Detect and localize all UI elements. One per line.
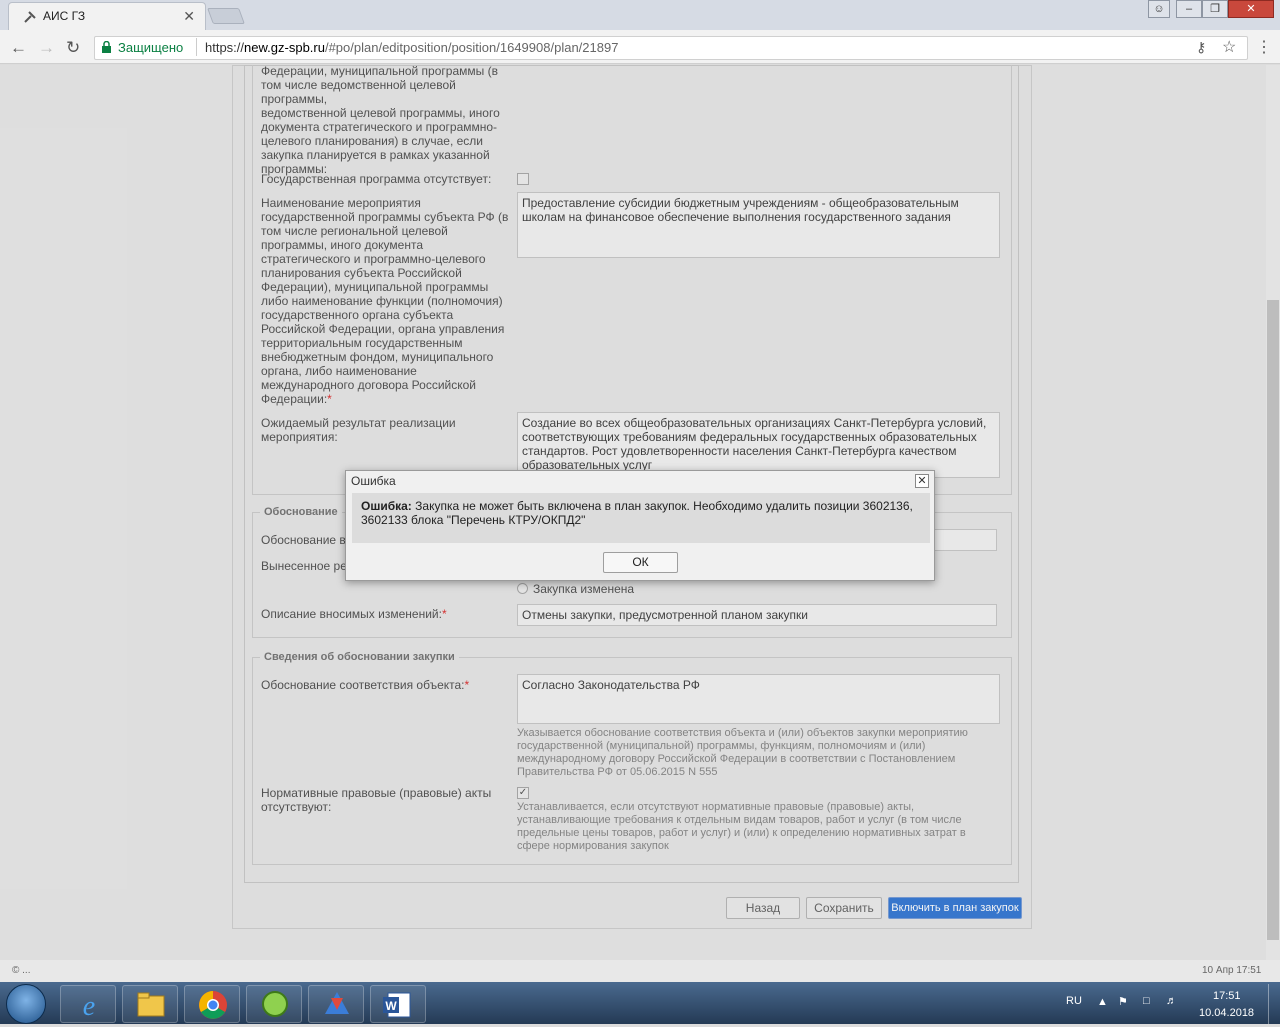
network-icon[interactable]: □ (1143, 995, 1150, 1007)
window-close-button[interactable]: ✕ (1228, 0, 1274, 18)
browser-tab[interactable]: АИС ГЗ ✕ (8, 2, 206, 30)
tray-expand-icon[interactable]: ▲ (1097, 996, 1108, 1008)
footer-datetime: 10 Апр 17:51 (1202, 965, 1262, 976)
clock-date[interactable]: 10.04.2018 (1199, 1007, 1254, 1019)
dialog-message-text: Закупка не может быть включена в план за… (361, 499, 913, 527)
url-path: /#po/plan/editposition/position/1649908/… (324, 40, 619, 55)
explorer-icon[interactable] (122, 985, 178, 1023)
page-footer: © ... 10 Апр 17:51 (0, 960, 1280, 982)
new-tab-button[interactable] (207, 8, 245, 24)
url-host: new.gz-spb.ru (244, 40, 325, 55)
error-dialog: Ошибка ✕ Ошибка: Закупка не может быть в… (345, 470, 935, 581)
security-label: Защищено (118, 40, 184, 55)
forward-arrow-icon[interactable]: → (38, 38, 55, 58)
clock-time[interactable]: 17:51 (1213, 990, 1241, 1002)
chrome-icon[interactable] (184, 985, 240, 1023)
flag-icon[interactable]: ⚑ (1118, 995, 1128, 1008)
back-arrow-icon[interactable]: ← (10, 38, 27, 58)
start-button[interactable] (6, 984, 46, 1024)
language-indicator[interactable]: RU (1066, 995, 1082, 1007)
svg-text:W: W (385, 999, 397, 1013)
minimize-button[interactable]: – (1176, 0, 1202, 18)
ie-icon[interactable]: e (60, 985, 116, 1023)
messenger-icon[interactable] (246, 985, 302, 1023)
omnibox-separator (196, 38, 197, 56)
svg-text:e: e (83, 991, 95, 1022)
reload-icon[interactable]: ↻ (66, 38, 80, 58)
menu-icon[interactable]: ⋮ (1256, 37, 1272, 57)
url-text[interactable]: https://new.gz-spb.ru/#po/plan/editposit… (205, 40, 618, 55)
dialog-message-bold: Ошибка: (361, 499, 412, 513)
show-desktop-button[interactable] (1268, 984, 1280, 1024)
app-icon[interactable] (308, 985, 364, 1023)
dialog-ok-button[interactable]: ОК (603, 552, 678, 573)
dialog-message: Ошибка: Закупка не может быть включена в… (352, 493, 930, 543)
key-icon[interactable]: ⚷ (1196, 39, 1206, 56)
dialog-close-icon[interactable]: ✕ (915, 474, 929, 488)
scrollbar-thumb[interactable] (1267, 300, 1279, 940)
user-profile-icon[interactable]: ☺ (1148, 0, 1170, 18)
maximize-button[interactable]: ❐ (1202, 0, 1228, 18)
lock-icon (102, 41, 111, 53)
url-scheme: https:// (205, 40, 245, 55)
footer-copyright: © ... (12, 965, 31, 976)
tab-title: АИС ГЗ (43, 9, 86, 23)
dialog-title: Ошибка (351, 474, 396, 488)
bookmark-star-icon[interactable]: ☆ (1222, 37, 1236, 57)
tab-close-icon[interactable]: ✕ (183, 8, 195, 25)
word-icon[interactable]: W (370, 985, 426, 1023)
volume-icon[interactable]: ♬ (1166, 995, 1177, 1007)
site-favicon-icon (24, 11, 36, 23)
